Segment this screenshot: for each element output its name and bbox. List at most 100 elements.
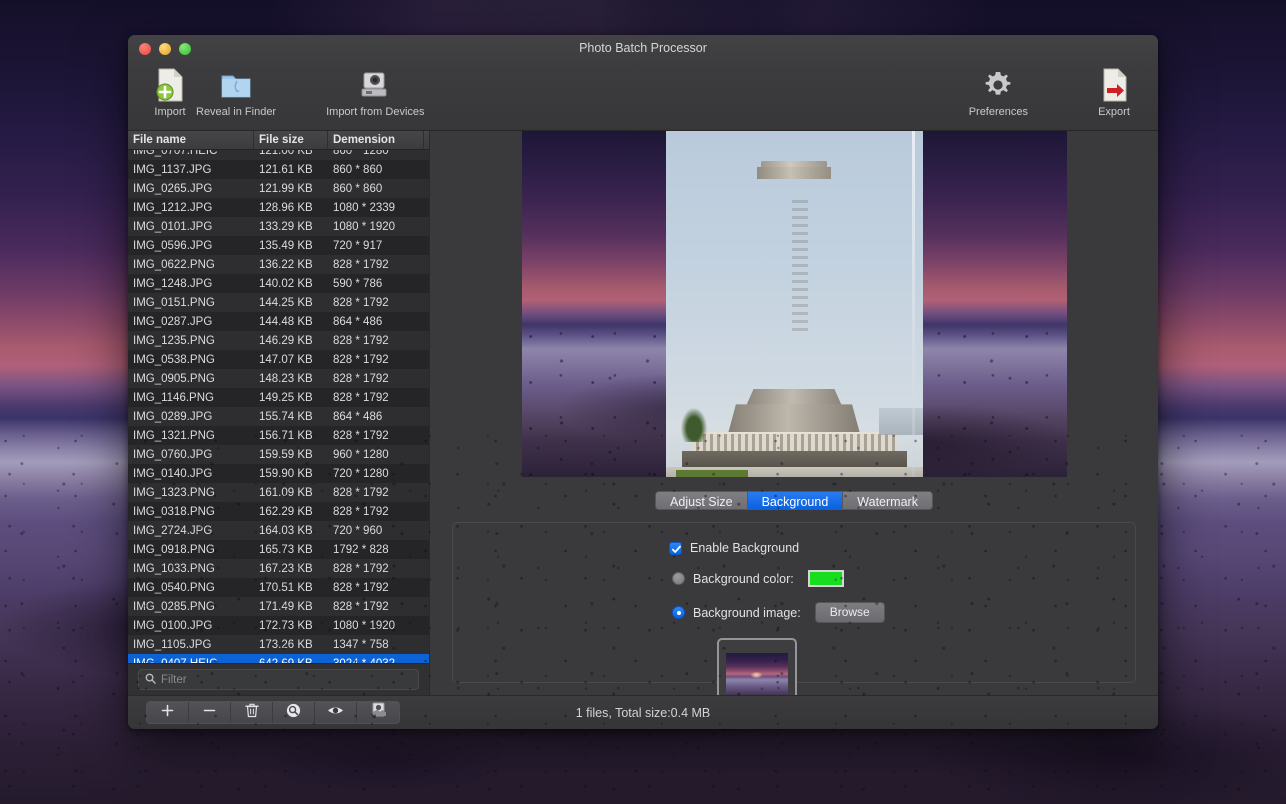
background-image-row[interactable]: Background image: Browse — [669, 602, 919, 623]
table-row[interactable]: IMG_0265.JPG121.99 KB860 * 860 — [128, 179, 429, 198]
table-row[interactable]: IMG_1033.PNG167.23 KB828 * 1792 — [128, 559, 429, 578]
import-button[interactable]: Import — [148, 66, 192, 118]
table-row[interactable]: IMG_1323.PNG161.09 KB828 * 1792 — [128, 483, 429, 502]
table-row[interactable]: IMG_0140.JPG159.90 KB720 * 1280 — [128, 464, 429, 483]
cell-dimension: 828 * 1792 — [328, 601, 424, 613]
monument-upper-base — [746, 389, 842, 406]
file-list-pane: File name File size Demension IMG_0707.H… — [128, 131, 430, 695]
background-color-radio[interactable] — [672, 572, 685, 585]
photo-scan-icon — [371, 702, 386, 723]
table-row[interactable]: IMG_0407.HEIC642.69 KB3024 * 4032 — [128, 654, 429, 663]
column-header-file-name[interactable]: File name — [128, 131, 254, 149]
preferences-button[interactable]: Preferences — [965, 66, 1032, 118]
column-header-dimension[interactable]: Demension — [328, 131, 424, 149]
background-color-swatch[interactable] — [808, 570, 844, 587]
filter-input[interactable] — [161, 674, 412, 686]
file-list-rows: IMG_0707.HEIC121.00 KB860 * 1280IMG_1137… — [128, 150, 429, 663]
filter-field[interactable] — [138, 669, 419, 690]
cell-dimension: 828 * 1792 — [328, 373, 424, 385]
gear-icon — [982, 66, 1014, 104]
table-row[interactable]: IMG_0538.PNG147.07 KB828 * 1792 — [128, 350, 429, 369]
table-row[interactable]: IMG_1212.JPG128.96 KB1080 * 2339 — [128, 198, 429, 217]
table-row[interactable]: IMG_0101.JPG133.29 KB1080 * 1920 — [128, 217, 429, 236]
enable-background-label: Enable Background — [690, 541, 799, 555]
table-row[interactable]: IMG_0100.JPG172.73 KB1080 * 1920 — [128, 616, 429, 635]
table-row[interactable]: IMG_0707.HEIC121.00 KB860 * 1280 — [128, 150, 429, 160]
cell-file-name: IMG_0918.PNG — [128, 544, 254, 556]
cell-file-size: 642.69 KB — [254, 658, 328, 664]
enable-background-row[interactable]: Enable Background — [669, 541, 919, 555]
enable-background-checkbox[interactable] — [669, 542, 682, 555]
table-row[interactable]: IMG_0285.PNG171.49 KB828 * 1792 — [128, 597, 429, 616]
cell-file-name: IMG_0287.JPG — [128, 316, 254, 328]
reveal-in-finder-button[interactable]: Reveal in Finder — [192, 66, 280, 118]
cell-file-name: IMG_0760.JPG — [128, 449, 254, 461]
cell-file-name: IMG_1146.PNG — [128, 392, 254, 404]
add-files-button[interactable] — [147, 702, 189, 723]
scan-button[interactable] — [357, 702, 399, 723]
remove-files-button[interactable] — [189, 702, 231, 723]
cell-file-name: IMG_0289.JPG — [128, 411, 254, 423]
preferences-label: Preferences — [969, 106, 1028, 118]
cell-dimension: 720 * 1280 — [328, 468, 424, 480]
inspect-button[interactable] — [273, 702, 315, 723]
preview-toggle-button[interactable] — [315, 702, 357, 723]
cell-dimension: 720 * 917 — [328, 240, 424, 252]
table-row[interactable]: IMG_1235.PNG146.29 KB828 * 1792 — [128, 331, 429, 350]
column-header-file-size[interactable]: File size — [254, 131, 328, 149]
table-row[interactable]: IMG_1105.JPG173.26 KB1347 * 758 — [128, 635, 429, 654]
table-row[interactable]: IMG_2724.JPG164.03 KB720 * 960 — [128, 521, 429, 540]
monument-balustrade — [692, 432, 897, 453]
cell-dimension: 828 * 1792 — [328, 582, 424, 594]
cell-file-size: 148.23 KB — [254, 373, 328, 385]
table-row[interactable]: IMG_1321.PNG156.71 KB828 * 1792 — [128, 426, 429, 445]
import-from-devices-button[interactable]: Import from Devices — [322, 66, 428, 118]
table-row[interactable]: IMG_0918.PNG165.73 KB1792 * 828 — [128, 540, 429, 559]
cell-dimension: 1792 * 828 — [328, 544, 424, 556]
window-title: Photo Batch Processor — [128, 41, 1158, 55]
table-row[interactable]: IMG_0540.PNG170.51 KB828 * 1792 — [128, 578, 429, 597]
background-image-radio[interactable] — [672, 606, 685, 619]
toolbar-right-group: Preferences Export — [965, 66, 1136, 118]
export-button[interactable]: Export — [1092, 66, 1136, 118]
table-row[interactable]: IMG_0596.JPG135.49 KB720 * 917 — [128, 236, 429, 255]
table-row[interactable]: IMG_0151.PNG144.25 KB828 * 1792 — [128, 293, 429, 312]
cell-file-name: IMG_0101.JPG — [128, 221, 254, 233]
cell-file-name: IMG_0151.PNG — [128, 297, 254, 309]
magnifier-icon — [286, 703, 301, 723]
table-row[interactable]: IMG_0287.JPG144.48 KB864 * 486 — [128, 312, 429, 331]
bottom-bar: 1 files, Total size:0.4 MB — [128, 695, 1158, 729]
cell-file-size: 165.73 KB — [254, 544, 328, 556]
table-row[interactable]: IMG_1248.JPG140.02 KB590 * 786 — [128, 274, 429, 293]
background-tree — [681, 408, 707, 443]
table-row[interactable]: IMG_0760.JPG159.59 KB960 * 1280 — [128, 445, 429, 464]
cell-file-name: IMG_1248.JPG — [128, 278, 254, 290]
table-row[interactable]: IMG_0905.PNG148.23 KB828 * 1792 — [128, 369, 429, 388]
eye-icon — [327, 704, 344, 722]
tab-watermark[interactable]: Watermark — [843, 492, 932, 509]
camera-device-icon — [358, 66, 392, 104]
cell-file-size: 144.48 KB — [254, 316, 328, 328]
table-row[interactable]: IMG_0622.PNG136.22 KB828 * 1792 — [128, 255, 429, 274]
export-label: Export — [1098, 106, 1130, 118]
trash-icon — [245, 703, 259, 723]
bottom-button-group — [146, 701, 400, 724]
table-row[interactable]: IMG_1146.PNG149.25 KB828 * 1792 — [128, 388, 429, 407]
tab-adjust-size[interactable]: Adjust Size — [656, 492, 748, 509]
cell-dimension: 828 * 1792 — [328, 563, 424, 575]
cell-file-name: IMG_1235.PNG — [128, 335, 254, 347]
cell-file-name: IMG_0140.JPG — [128, 468, 254, 480]
cell-dimension: 828 * 1792 — [328, 354, 424, 366]
delete-files-button[interactable] — [231, 702, 273, 723]
cell-file-size: 136.22 KB — [254, 259, 328, 271]
table-row[interactable]: IMG_0318.PNG162.29 KB828 * 1792 — [128, 502, 429, 521]
browse-button[interactable]: Browse — [815, 602, 885, 623]
table-row[interactable]: IMG_1137.JPG121.61 KB860 * 860 — [128, 160, 429, 179]
cell-dimension: 1080 * 2339 — [328, 202, 424, 214]
table-row[interactable]: IMG_0289.JPG155.74 KB864 * 486 — [128, 407, 429, 426]
background-color-row[interactable]: Background color: — [669, 570, 919, 587]
tab-background[interactable]: Background — [748, 492, 844, 509]
file-list-body[interactable]: IMG_0707.HEIC121.00 KB860 * 1280IMG_1137… — [128, 150, 429, 663]
cell-dimension: 828 * 1792 — [328, 392, 424, 404]
cell-file-size: 121.00 KB — [254, 150, 328, 157]
